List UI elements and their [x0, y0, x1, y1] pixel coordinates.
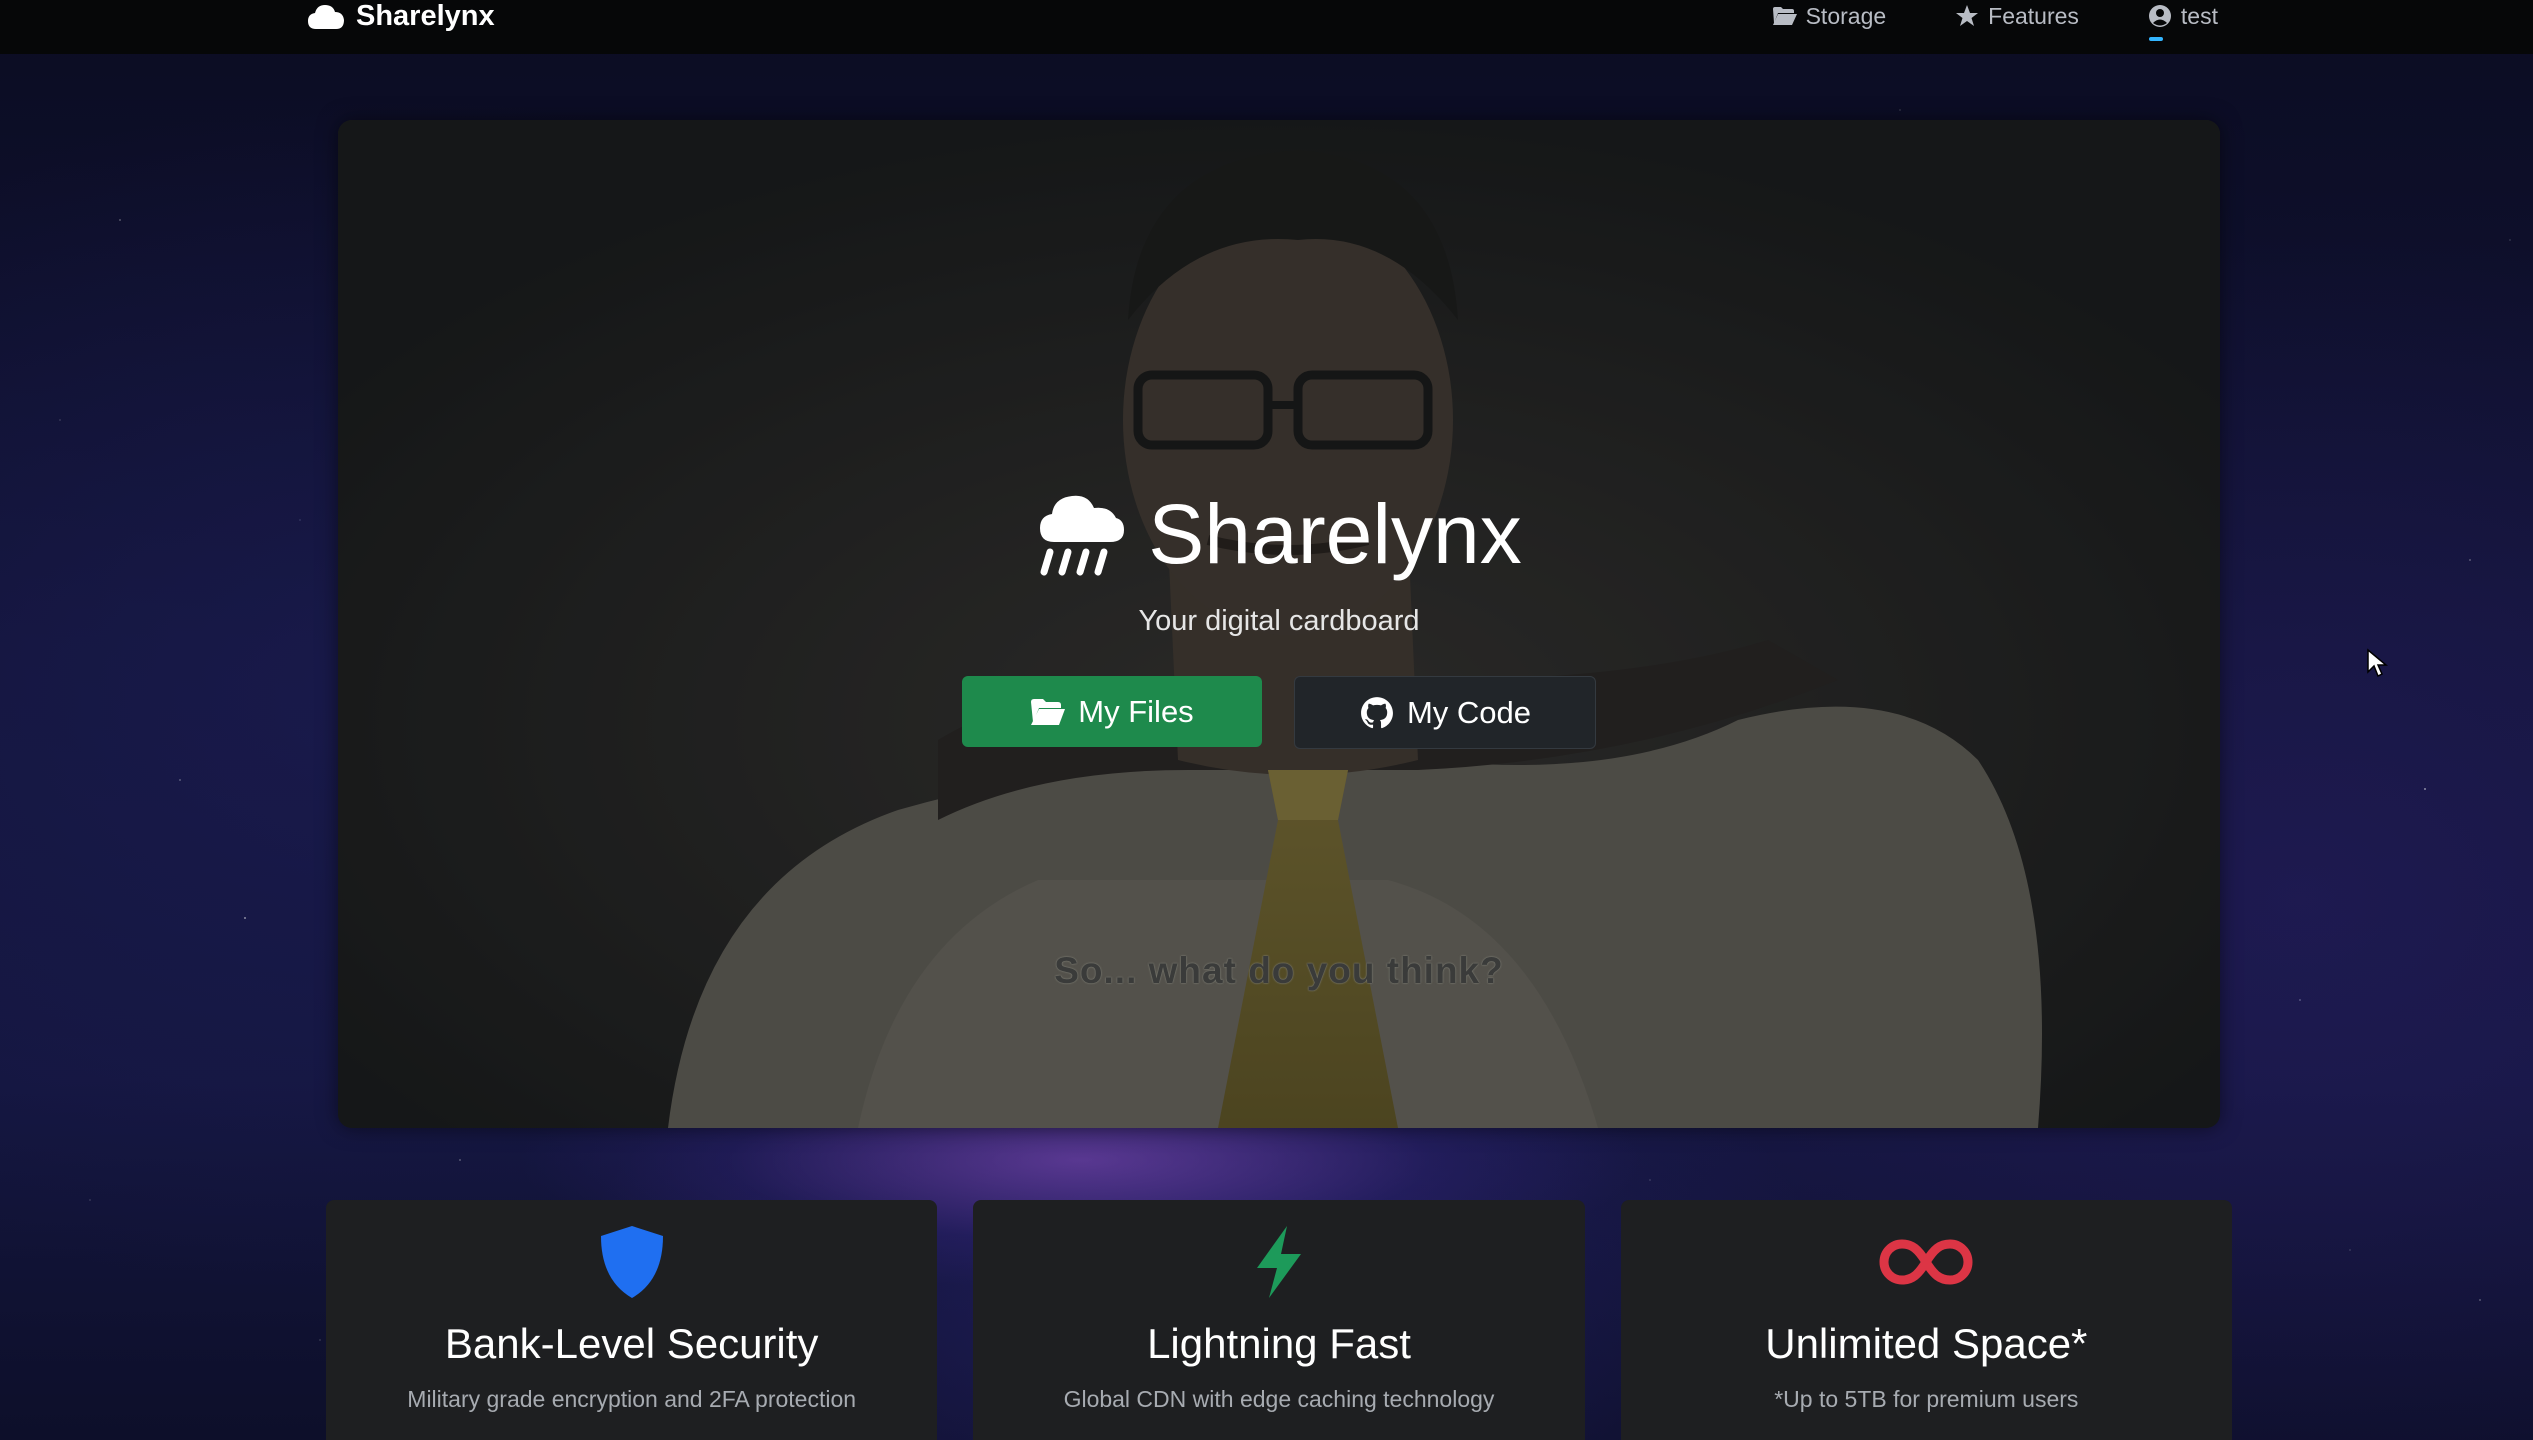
my-code-button[interactable]: My Code	[1294, 676, 1596, 749]
nav-links: Storage Features test	[1772, 0, 2218, 41]
hero-buttons: My Files My Code	[338, 676, 2220, 749]
nav-features-link[interactable]: Features	[1954, 3, 2079, 30]
github-icon	[1361, 696, 1393, 728]
cloud-icon	[308, 5, 344, 29]
nav-user-link[interactable]: test	[2147, 2, 2218, 41]
brand-name: Sharelynx	[356, 0, 495, 32]
hero-subtitle-caption: So... what do you think?	[1054, 950, 1504, 991]
active-user-indicator	[2148, 36, 2163, 41]
cloud-rain-icon	[1040, 495, 1125, 576]
hero-tagline: Your digital cardboard	[1138, 605, 1420, 637]
shield-icon	[600, 1226, 663, 1298]
hero-content: Sharelynx Your digital cardboard My File…	[338, 490, 2220, 749]
folder-open-icon	[1031, 698, 1066, 725]
nav-user-label: test	[2180, 2, 2218, 29]
feature-card-speed: Lightning Fast Global CDN with edge cach…	[973, 1200, 1585, 1440]
my-code-label: My Code	[1406, 694, 1532, 730]
folder-open-icon	[1772, 7, 1797, 25]
top-navbar: Sharelynx Storage Features test	[0, 0, 2533, 54]
my-files-button[interactable]: My Files	[962, 676, 1262, 747]
feature-title: Bank-Level Security	[444, 1320, 819, 1367]
nav-storage-link[interactable]: Storage	[1772, 2, 1887, 30]
nav-storage-label: Storage	[1805, 2, 1887, 29]
hero-title-text: Sharelynx	[1148, 487, 1522, 581]
feature-description: Global CDN with edge caching technology	[1063, 1386, 1495, 1412]
feature-description: *Up to 5TB for premium users	[1774, 1386, 2079, 1412]
star-icon	[1956, 5, 1979, 26]
mouse-cursor-icon	[2367, 648, 2388, 678]
my-files-label: My Files	[1078, 693, 1194, 729]
feature-card-space: Unlimited Space* *Up to 5TB for premium …	[1620, 1200, 2232, 1440]
feature-description: Military grade encryption and 2FA protec…	[407, 1386, 857, 1412]
feature-title: Lightning Fast	[1147, 1320, 1411, 1367]
feature-cards: Bank-Level Security Military grade encry…	[326, 1200, 2232, 1440]
feature-card-security: Bank-Level Security Military grade encry…	[326, 1200, 938, 1440]
user-circle-icon	[2148, 5, 2171, 27]
hero-banner: So... what do you think? Sharelynx Your …	[338, 120, 2220, 1128]
feature-title: Unlimited Space*	[1765, 1320, 2088, 1367]
nav-features-label: Features	[1988, 2, 2079, 29]
infinity-icon	[1879, 1239, 1973, 1285]
bolt-icon	[1256, 1226, 1301, 1298]
brand-logo-link[interactable]: Sharelynx	[306, 0, 495, 32]
hero-title: Sharelynx	[1036, 490, 1522, 578]
